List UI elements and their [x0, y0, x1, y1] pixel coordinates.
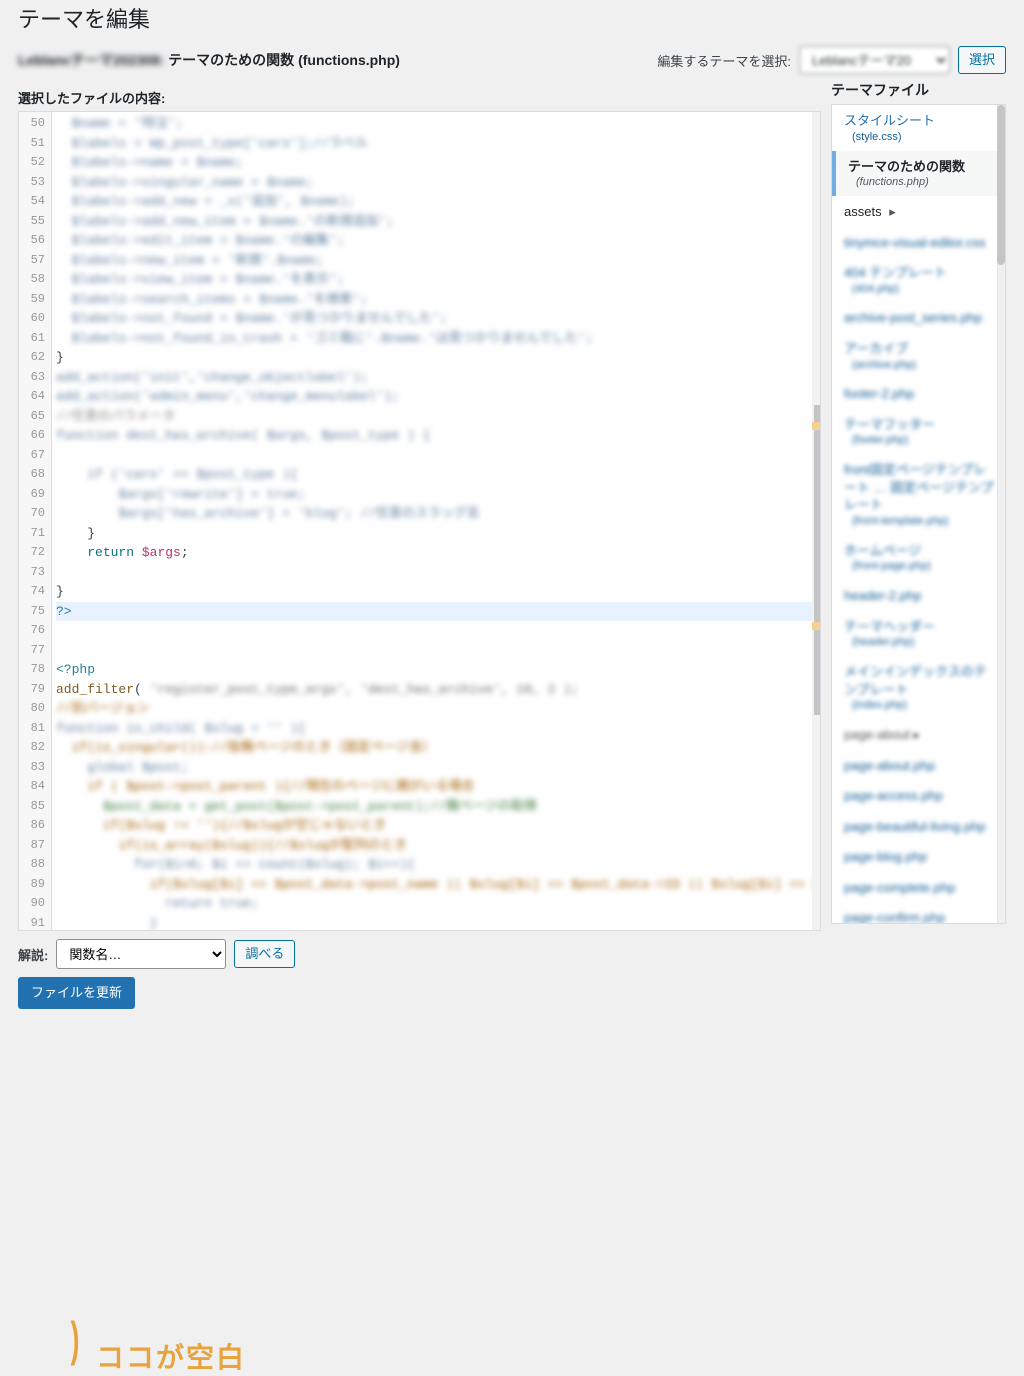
code-line[interactable]: $labels->new_item = '新規'.$name; [56, 251, 816, 271]
select-theme-button[interactable]: 選択 [958, 46, 1006, 74]
editor-scrollbar[interactable] [812, 112, 820, 930]
code-editor[interactable]: 5051525354555657585960616263646566676869… [18, 111, 821, 931]
code-line[interactable]: //任意のパラメータ [56, 407, 816, 427]
code-line[interactable]: $labels->edit_item = $name.'の編集'; [56, 231, 816, 251]
theme-file-item[interactable]: header-2.php [832, 580, 1005, 611]
code-line[interactable]: } [56, 524, 816, 544]
theme-name-blurred: Leblancテーマ202308: [18, 50, 164, 70]
theme-files-list[interactable]: スタイルシート(style.css)テーマのための関数(functions.ph… [831, 104, 1006, 924]
theme-file-item[interactable]: archive-post_series.php [832, 302, 1005, 333]
theme-selector: 編集するテーマを選択: Leblancテーマ20 選択 [657, 46, 1006, 74]
theme-file-item[interactable]: アーカイブ(archive.php) [832, 333, 1005, 378]
theme-file-item[interactable]: テーマヘッダー(header.php) [832, 611, 1005, 656]
theme-file-item[interactable]: テーマのための関数(functions.php) [832, 151, 1005, 196]
code-line[interactable]: if($slug[$i] == $post_data->post_name ||… [56, 875, 816, 895]
chevron-right-icon: ▸ [889, 203, 896, 221]
code-line[interactable]: $labels->add_new = _x('追加', $name); [56, 192, 816, 212]
code-line[interactable]: if(is_singular())://投稿ページのとき（固定ページ含） [56, 738, 816, 758]
code-line[interactable]: return $args; [56, 543, 816, 563]
doc-label: 解説: [18, 945, 48, 964]
theme-select[interactable]: Leblancテーマ20 [799, 46, 950, 74]
theme-file-item[interactable]: tinymce-visual-editor.css [832, 227, 1005, 258]
code-line[interactable] [56, 563, 816, 583]
code-line[interactable] [56, 641, 816, 661]
code-line[interactable]: if($slug != ''){//$slugが空じゃないとき [56, 816, 816, 836]
code-line[interactable]: $args['has_archive'] = 'blog'; //任意のスラッグ… [56, 504, 816, 524]
file-heading-label: テーマのための関数 (functions.php) [168, 52, 400, 68]
theme-file-item[interactable]: スタイルシート(style.css) [832, 105, 1005, 150]
line-number-gutter: 5051525354555657585960616263646566676869… [19, 112, 52, 930]
theme-file-item[interactable]: page-beautiful-living.php [832, 811, 1005, 842]
theme-file-item[interactable]: page-blog.php [832, 841, 1005, 872]
code-line[interactable]: global $post; [56, 758, 816, 778]
code-line[interactable]: $labels->name = $name; [56, 153, 816, 173]
code-line[interactable]: $post_data = get_post($post->post_parent… [56, 797, 816, 817]
theme-file-item[interactable]: テーマフッター(footer.php) [832, 409, 1005, 454]
code-line[interactable]: $labels->not_found = $name.'が見つかりませんでした'… [56, 309, 816, 329]
theme-file-item[interactable]: メインインデックスのテンプレート(index.php) [832, 656, 1005, 719]
page-title: テーマを編集 [18, 2, 1006, 34]
theme-file-item[interactable]: page-complete.php [832, 872, 1005, 903]
file-link[interactable]: スタイルシート [844, 113, 935, 128]
theme-file-item[interactable]: page-access.php [832, 780, 1005, 811]
code-line[interactable]: if(is_array($slug)){//$slugが配列のとき [56, 836, 816, 856]
code-line[interactable]: $labels->not_found_in_trash = 'ゴミ箱に'.$na… [56, 329, 816, 349]
code-line[interactable]: for($i=0; $i <= count($slug); $i++){ [56, 855, 816, 875]
code-line[interactable]: } [56, 914, 816, 932]
code-line[interactable]: $name = '特注'; [56, 114, 816, 134]
theme-file-item[interactable]: 404 テンプレート(404.php) [832, 257, 1005, 302]
code-line[interactable]: } [56, 348, 816, 368]
code-line[interactable]: if ('cars' == $post_type ){ [56, 465, 816, 485]
theme-file-item[interactable]: footer-2.php [832, 378, 1005, 409]
code-line[interactable] [56, 621, 816, 641]
code-line[interactable]: return true; [56, 894, 816, 914]
theme-selector-label: 編集するテーマを選択: [657, 51, 791, 70]
update-file-button[interactable]: ファイルを更新 [18, 977, 135, 1009]
code-line[interactable]: $labels->singular_name = $name; [56, 173, 816, 193]
code-line[interactable]: $labels->add_new_item = $name.'の新規追加'; [56, 212, 816, 232]
code-line[interactable]: ?> [56, 602, 816, 622]
lookup-button[interactable]: 調べる [234, 940, 295, 968]
documentation-select[interactable]: 関数名… [56, 939, 226, 969]
code-line[interactable]: //別バージョン [56, 699, 816, 719]
theme-file-item[interactable]: page-about.php [832, 750, 1005, 781]
code-line[interactable]: <?php [56, 660, 816, 680]
code-line[interactable]: $labels->search_items = $name.'を検索'; [56, 290, 816, 310]
code-line[interactable]: if ( $post->post_parent ){//現在のページに親がいる場… [56, 777, 816, 797]
code-line[interactable]: $labels = Wp_post_type['cars'];//ラベル [56, 134, 816, 154]
theme-file-item[interactable]: front固定ページテンプレート … 固定ページテンプレート(front-tem… [832, 454, 1005, 534]
code-line[interactable]: add_action('init','change_objectlabel'); [56, 368, 816, 388]
code-line[interactable] [56, 446, 816, 466]
theme-file-item[interactable]: page-confirm.php [832, 902, 1005, 924]
theme-files-heading: テーマファイル [831, 80, 1006, 100]
file-heading: Leblancテーマ202308: テーマのための関数 (functions.p… [18, 50, 400, 70]
code-line[interactable]: $args['rewrite'] = true; [56, 485, 816, 505]
selected-file-label: 選択したファイルの内容: [18, 88, 821, 107]
code-line[interactable]: function is_child( $slug = '' ){ [56, 719, 816, 739]
theme-file-item[interactable]: ホームページ(front-page.php) [832, 535, 1005, 580]
code-line[interactable]: $labels->view_item = $name.'を表示'; [56, 270, 816, 290]
code-line[interactable]: } [56, 582, 816, 602]
code-line[interactable]: add_action('admin_menu','change_menulabe… [56, 387, 816, 407]
code-line[interactable]: add_filter( 'register_post_type_args', '… [56, 680, 816, 700]
code-line[interactable]: function dest_has_archive( $args, $post_… [56, 426, 816, 446]
theme-file-item[interactable]: assets ▸ [832, 196, 1005, 227]
theme-file-item[interactable]: page-about ▸ [832, 719, 1005, 750]
